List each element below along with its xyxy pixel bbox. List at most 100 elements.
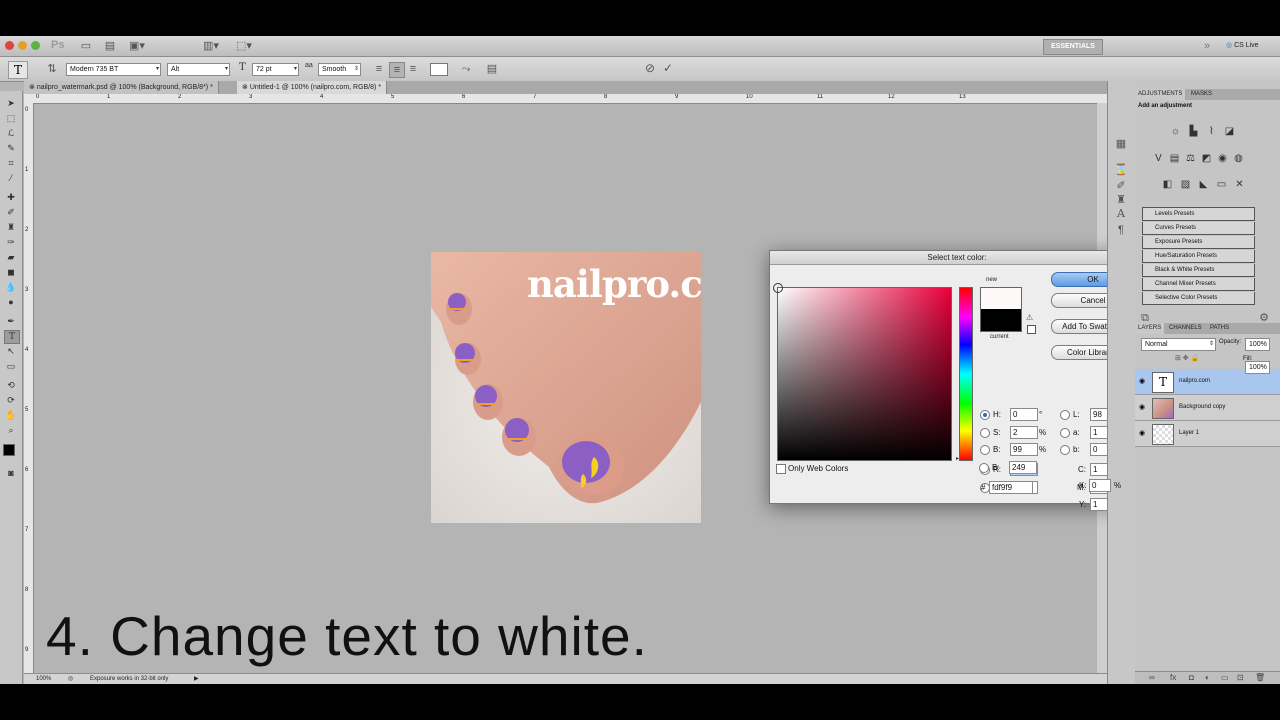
hand-tool-icon[interactable]: ✋ [4, 409, 18, 421]
vibrance-icon[interactable]: V [1153, 153, 1164, 164]
opacity-input[interactable]: 100% [1245, 338, 1270, 351]
saturation-radio[interactable] [980, 428, 990, 438]
levels-icon[interactable]: ▙ [1188, 126, 1199, 137]
quick-mask-icon[interactable]: ◙ [4, 467, 18, 479]
link-layers-icon[interactable]: ∞ [1149, 673, 1155, 682]
lock-icons[interactable]: ⊞ ✥ 🔒 [1175, 354, 1199, 362]
font-family-select[interactable]: Modern 735 BT ▾ [66, 63, 161, 76]
brush-panel-icon[interactable]: ✐ [1114, 179, 1128, 193]
pen-tool-icon[interactable]: ✒ [4, 315, 18, 327]
close-tab-icon[interactable]: ⊗ [242, 84, 248, 91]
commit-edits-icon[interactable]: ✓ [661, 61, 675, 75]
watermark-text[interactable]: nailpro.com [527, 262, 701, 306]
bridge-icon[interactable]: ▭ [80, 39, 92, 53]
selective-color-presets[interactable]: Selective Color Presets [1142, 292, 1255, 305]
character-panel-icon[interactable]: ▤ [485, 62, 499, 76]
current-color-swatch[interactable] [980, 309, 1022, 332]
eye-icon[interactable]: ◉ [1139, 403, 1145, 411]
new-layer-icon[interactable]: ⊡ [1237, 673, 1244, 682]
tab-masks[interactable]: MASKS [1188, 89, 1215, 100]
photo-filter-icon[interactable]: ◉ [1217, 153, 1228, 164]
channel-mixer-presets[interactable]: Channel Mixer Presets [1142, 278, 1255, 291]
minimize-window-button[interactable] [18, 41, 27, 50]
only-web-colors-checkbox[interactable] [776, 464, 786, 474]
3d-orbit-tool-icon[interactable]: ⟳ [4, 394, 18, 406]
hue-saturation-icon[interactable]: ▤ [1169, 153, 1180, 164]
healing-brush-tool-icon[interactable]: ✚ [4, 191, 18, 203]
blur-tool-icon[interactable]: 💧 [4, 281, 18, 293]
brightness-input[interactable]: 99 [1010, 443, 1038, 456]
tab-paths[interactable]: PATHS [1207, 323, 1232, 334]
clone-source-icon[interactable]: ♜ [1114, 193, 1128, 207]
paragraph-icon[interactable]: ¶ [1114, 223, 1128, 237]
path-selection-tool-icon[interactable]: ↖ [4, 345, 18, 357]
align-right-icon[interactable]: ≡ [406, 62, 420, 76]
arrange-documents-icon[interactable]: ▥▾ [201, 39, 221, 53]
b-channel-radio[interactable] [1060, 445, 1070, 455]
add-mask-icon[interactable]: ◘ [1189, 673, 1194, 682]
3d-rotate-tool-icon[interactable]: ⟲ [4, 379, 18, 391]
histogram-icon[interactable]: ▦ [1114, 137, 1128, 151]
workspace-essentials[interactable]: ESSENTIALS [1043, 39, 1103, 55]
gradient-tool-icon[interactable]: ◼ [4, 266, 18, 278]
close-tab-icon[interactable]: ⊗ [29, 84, 35, 91]
threshold-icon[interactable]: ◣ [1198, 179, 1209, 190]
tab-channels[interactable]: CHANNELS [1166, 323, 1205, 334]
status-arrow-icon[interactable]: ▶ [194, 674, 199, 684]
black-white-icon[interactable]: ◩ [1201, 153, 1212, 164]
new-adjustment-icon[interactable]: ◐ [1205, 673, 1210, 682]
hue-input[interactable]: 0 [1010, 408, 1038, 421]
move-tool-icon[interactable]: ➤ [4, 97, 18, 109]
brightness-radio[interactable] [980, 445, 990, 455]
layer-style-icon[interactable]: fx [1170, 673, 1176, 682]
new-group-icon[interactable]: ▭ [1221, 673, 1229, 682]
delete-layer-icon[interactable]: 🗑 [1255, 673, 1265, 682]
eraser-tool-icon[interactable]: ▰ [4, 251, 18, 263]
cs-live-menu[interactable]: ◎ CS Live [1226, 39, 1259, 53]
tab-layers[interactable]: LAYERS [1135, 323, 1165, 334]
lightness-radio[interactable] [1060, 410, 1070, 420]
view-extras-icon[interactable]: ▣▾ [127, 39, 147, 53]
character-icon[interactable]: A [1114, 207, 1128, 221]
tab-nailpro-watermark[interactable]: ⊗ nailpro_watermark.psd @ 100% (Backgrou… [24, 81, 219, 94]
brush-tool-icon[interactable]: ✐ [4, 206, 18, 218]
a-channel-radio[interactable] [1060, 428, 1070, 438]
channel-mixer-icon[interactable]: ◍ [1233, 153, 1244, 164]
history-brush-tool-icon[interactable]: ✑ [4, 236, 18, 248]
color-field-marker[interactable] [773, 283, 783, 293]
more-workspaces-icon[interactable]: » [1200, 39, 1214, 53]
tab-untitled-1[interactable]: ⊗ Untitled-1 @ 100% (nailpro.com, RGB/8)… [237, 81, 388, 94]
curves-icon[interactable]: ⌇ [1206, 126, 1217, 137]
text-color-swatch[interactable] [430, 63, 448, 76]
document-image[interactable]: nailpro.com [431, 252, 701, 523]
invert-icon[interactable]: ◧ [1162, 179, 1173, 190]
shape-tool-icon[interactable]: ▭ [4, 360, 18, 372]
toggle-text-orientation-icon[interactable]: ⇅ [45, 62, 59, 76]
zoom-tool-icon[interactable]: ⌕ [4, 424, 18, 436]
fill-input[interactable]: 100% [1245, 361, 1270, 374]
saturation-input[interactable]: 2 [1010, 426, 1038, 439]
lasso-tool-icon[interactable]: ℒ [4, 127, 18, 139]
hex-input[interactable]: fdf9f9 [989, 481, 1033, 494]
cancel-edits-icon[interactable]: ⊘ [643, 61, 657, 75]
zoom-level[interactable]: 100% [36, 674, 51, 684]
tool-preset-icon[interactable]: T [8, 61, 28, 79]
blue-radio[interactable] [979, 463, 989, 473]
blue-input[interactable]: 249 [1009, 461, 1037, 474]
font-style-select[interactable]: Alt ▾ [167, 63, 230, 76]
crop-tool-icon[interactable]: ⌗ [4, 157, 18, 169]
gamut-warning-icon[interactable]: ⚠ [1026, 313, 1033, 322]
antialias-select[interactable]: Smooth ⇕ [318, 63, 361, 76]
hue-slider[interactable]: ▸ [956, 287, 973, 462]
hue-slider-handle[interactable]: ▸ [956, 455, 959, 462]
foreground-color-swatch[interactable] [3, 444, 15, 456]
posterize-icon[interactable]: ▨ [1180, 179, 1191, 190]
hue-saturation-presets[interactable]: Hue/Saturation Presets [1142, 250, 1255, 263]
align-left-icon[interactable]: ≡ [372, 62, 386, 76]
warp-text-icon[interactable]: ⤳ [459, 62, 473, 76]
selective-color-icon[interactable]: ✕ [1234, 179, 1245, 190]
eye-icon[interactable]: ◉ [1139, 377, 1145, 385]
exposure-icon[interactable]: ◪ [1224, 126, 1235, 137]
gradient-map-icon[interactable]: ▭ [1216, 179, 1227, 190]
color-balance-icon[interactable]: ⚖ [1185, 153, 1196, 164]
